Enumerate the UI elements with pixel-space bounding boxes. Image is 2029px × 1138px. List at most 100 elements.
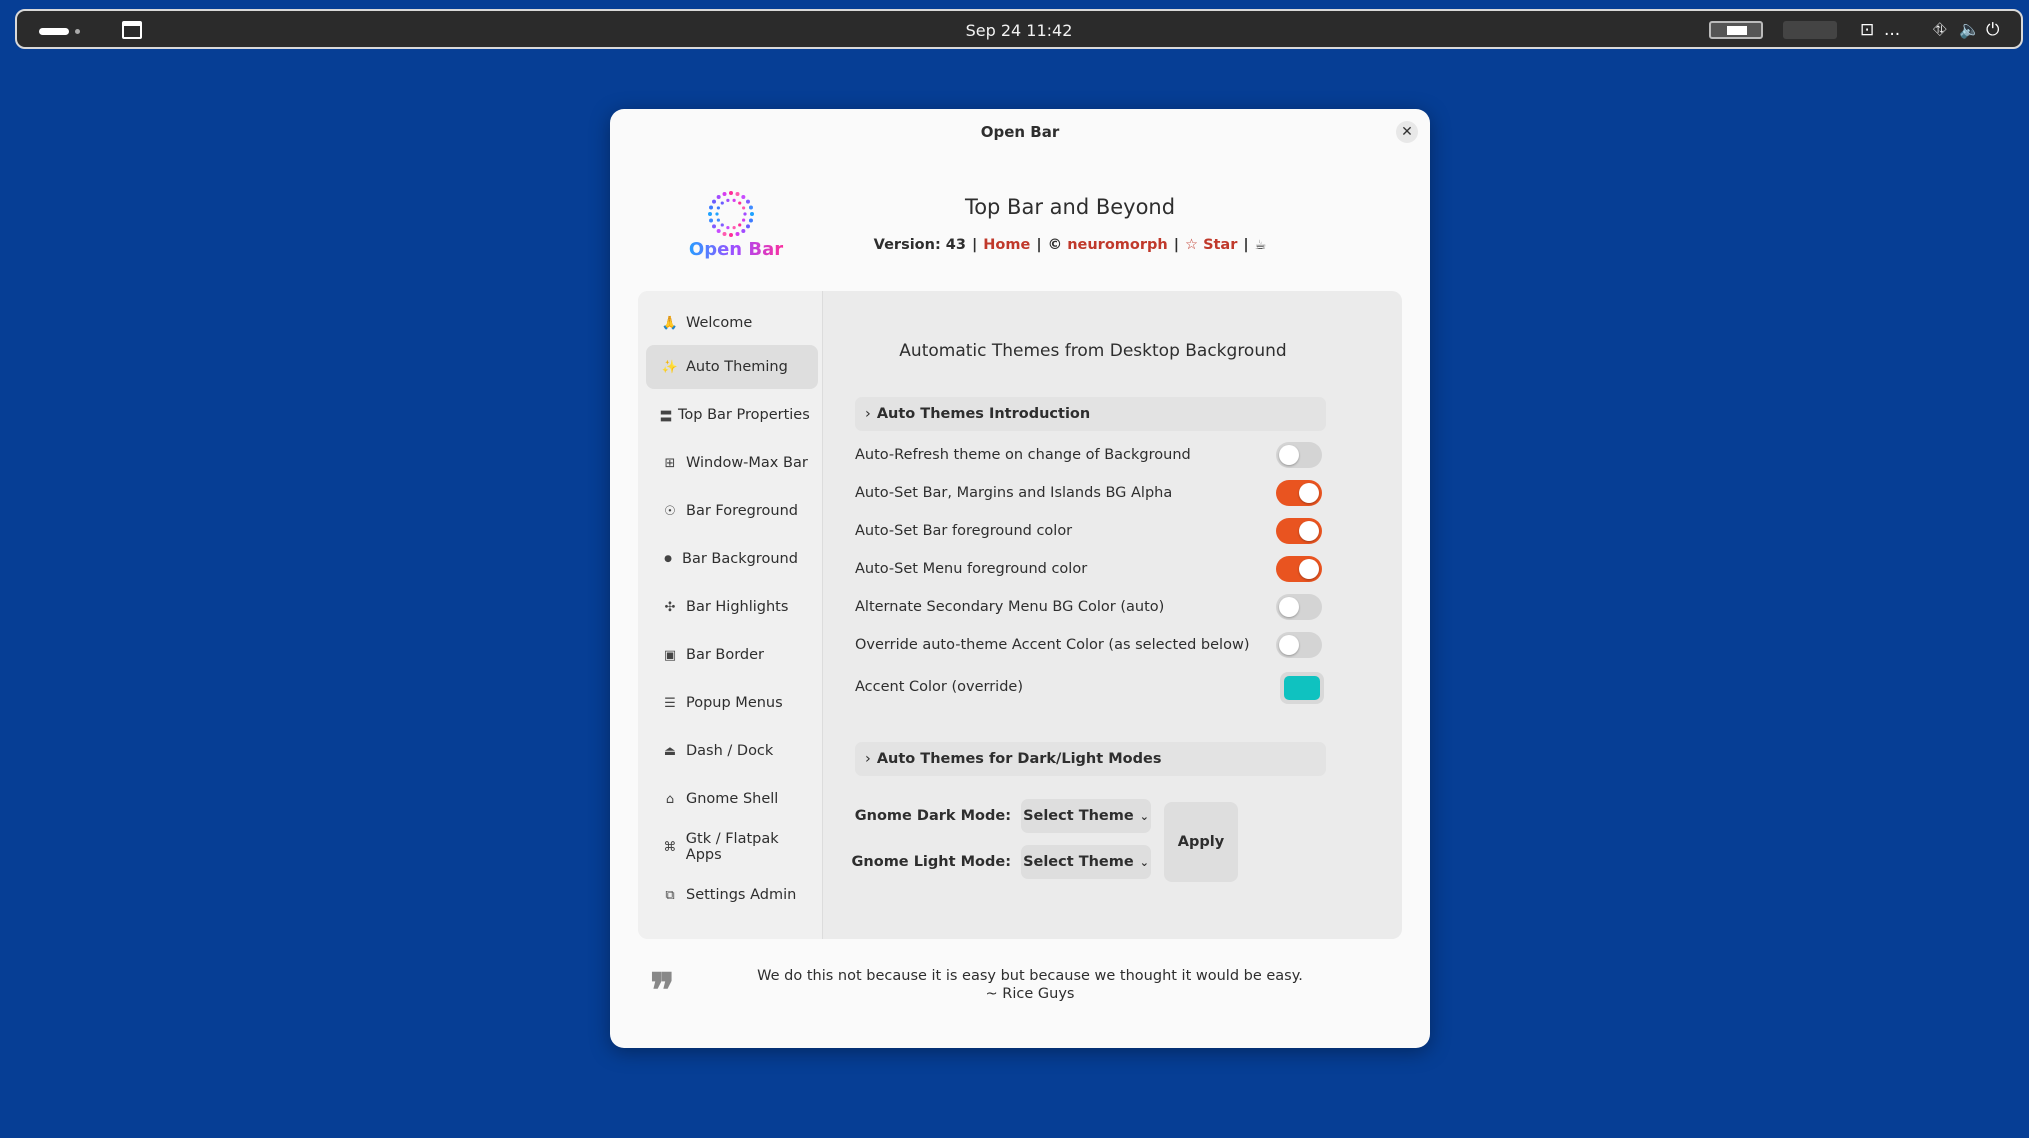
sidebar-item-label: Auto Theming [686,359,788,375]
light-mode-theme-dropdown[interactable]: Select Theme ⌄ [1021,845,1151,879]
auto-themes-intro-expander[interactable]: › Auto Themes Introduction [855,397,1326,431]
copy-icon: ⧉ [665,887,675,903]
quote-line: We do this not because it is easy but be… [757,968,1303,984]
sidebar-item-label: Welcome [686,315,753,331]
logo-dot [742,206,746,210]
power-icon[interactable]: ⏻ [1986,20,1999,40]
network-icon[interactable]: ⛗ [1933,20,1947,40]
sidebar-item-label: Gtk / Flatpak Apps [685,831,779,863]
dropdown-value: Select Theme [1023,808,1134,824]
copyright-symbol: © [1047,237,1063,253]
sidebar-item-label: Gnome Shell [686,791,779,807]
version-label: Version: 43 [873,237,966,253]
separator: | [1173,237,1180,253]
logo-dot [716,206,720,210]
logo-text: Open Bar [686,239,786,260]
sidebar-item-welcome[interactable]: 🙏 Welcome [646,301,818,345]
volume-icon[interactable]: 🔈 [1959,20,1980,40]
dark-mode-theme-dropdown[interactable]: Select Theme ⌄ [1021,799,1151,833]
accent-color-button[interactable] [1280,672,1324,704]
window-title: Open Bar [980,123,1060,141]
section-title: Automatic Themes from Desktop Background [899,341,1287,361]
setting-label: Alternate Secondary Menu BG Color (auto) [855,599,1165,615]
overflow-label[interactable]: ... [1884,20,1900,40]
close-button[interactable]: ✕ [1396,121,1418,143]
expander-label: Auto Themes Introduction [876,406,1091,422]
sidebar-item-label: Window-Max Bar [686,455,808,471]
keyboard-layout-indicator[interactable] [1709,21,1763,39]
logo-dot [735,231,740,236]
open-bar-logo-icon [708,191,754,237]
logo-dot [708,212,712,216]
bars-icon: 〓 [659,409,673,425]
logo-dot [729,233,733,237]
content-area: Automatic Themes from Desktop Background… [824,291,1402,939]
logo-dot [741,195,746,200]
logo-dot [722,192,727,197]
logo-dot [742,218,746,222]
logo-dot [720,201,724,205]
setting-row-auto-set-alpha: Auto-Set Bar, Margins and Islands BG Alp… [855,478,1326,508]
settings-panel: 🙏 Welcome ✨ Auto Theming 〓 Top Bar Properti… [638,291,1402,939]
override-accent-toggle[interactable] [1276,632,1322,658]
logo-dot [726,198,730,202]
author-link[interactable]: neuromorph [1067,237,1168,253]
logo-dot [729,191,733,195]
auto-refresh-toggle[interactable] [1276,442,1322,468]
sidebar-item-gtk-flatpak-apps[interactable]: ⌘ Gtk / Flatpak Apps [646,825,818,869]
version-line: Version: 43 | Home | © neuromorph | ☆ Star | ☕ [810,237,1330,253]
sidebar-item-window-max-bar[interactable]: ⊞ Window-Max Bar [646,441,818,485]
sidebar-item-dash-dock[interactable]: ⏏ Dash / Dock [646,729,818,773]
setting-row-alt-secondary-menu: Alternate Secondary Menu BG Color (auto) [855,592,1326,622]
apply-button[interactable]: Apply [1164,802,1238,882]
coffee-icon[interactable]: ☕ [1255,238,1267,253]
sidebar-item-label: Settings Admin [686,887,797,903]
open-bar-window: Open Bar ✕ Open Bar Top Bar and Beyond V… [610,109,1430,1048]
panel-indicator[interactable] [1783,21,1837,39]
auto-set-bar-fg-toggle[interactable] [1276,518,1322,544]
home-link[interactable]: Home [983,237,1030,253]
logo-dot [726,226,730,230]
logo-dot [716,218,720,222]
auto-themes-modes-expander[interactable]: › Auto Themes for Dark/Light Modes [855,742,1326,776]
sidebar-item-popup-menus[interactable]: ☰ Popup Menus [646,681,818,725]
logo-dot [738,201,742,205]
separator: | [971,237,978,253]
sidebar-item-auto-theming[interactable]: ✨ Auto Theming [646,345,818,389]
star-link[interactable]: ☆ Star [1185,237,1237,253]
sidebar-item-bar-foreground[interactable]: ☉ Bar Foreground [646,489,818,533]
alt-secondary-menu-toggle[interactable] [1276,594,1322,620]
setting-row-auto-refresh: Auto-Refresh theme on change of Backgrou… [855,440,1326,470]
logo-dot [748,205,753,210]
square-icon: ▣ [663,647,677,663]
sidebar-item-bar-border[interactable]: ▣ Bar Border [646,633,818,677]
sidebar-item-settings-admin[interactable]: ⧉ Settings Admin [646,873,818,917]
quote-icon: ❞ [650,963,675,1017]
setting-row-auto-set-bar-fg: Auto-Set Bar foreground color [855,516,1326,546]
logo-dot [738,223,742,227]
logo-dot [732,226,736,230]
separator: | [1036,237,1042,253]
chevron-right-icon: › [865,406,871,422]
logo-dot [748,218,753,223]
auto-set-alpha-toggle[interactable] [1276,480,1322,506]
logo-dot [732,198,736,202]
sidebar-item-bar-highlights[interactable]: ✣ Bar Highlights [646,585,818,629]
logo-dot [745,199,750,204]
sidebar-item-label: Popup Menus [686,695,783,711]
logo-dot [716,228,721,233]
sidebar-item-label: Top Bar Properties [678,407,810,423]
setting-label: Auto-Refresh theme on change of Backgrou… [855,447,1191,463]
sidebar-item-gnome-shell[interactable]: ⌂ Gnome Shell [646,777,818,821]
sidebar-item-bar-background[interactable]: ● Bar Background [646,537,818,581]
setting-row-accent-color: Accent Color (override) [855,672,1326,704]
top-bar: Sep 24 11:42 ⊡ ... ⛗ 🔈 ⏻ [15,9,2023,49]
sidebar-item-top-bar-properties[interactable]: 〓 Top Bar Properties [646,393,818,437]
logo-dot [712,199,717,204]
circle-dot-icon: ☉ [664,503,676,519]
logo-dot [712,224,717,229]
auto-set-menu-fg-toggle[interactable] [1276,556,1322,582]
sidebar-item-label: Bar Background [682,551,798,567]
screenshot-icon[interactable]: ⊡ [1860,20,1874,40]
chevron-down-icon: ⌄ [1139,809,1149,823]
